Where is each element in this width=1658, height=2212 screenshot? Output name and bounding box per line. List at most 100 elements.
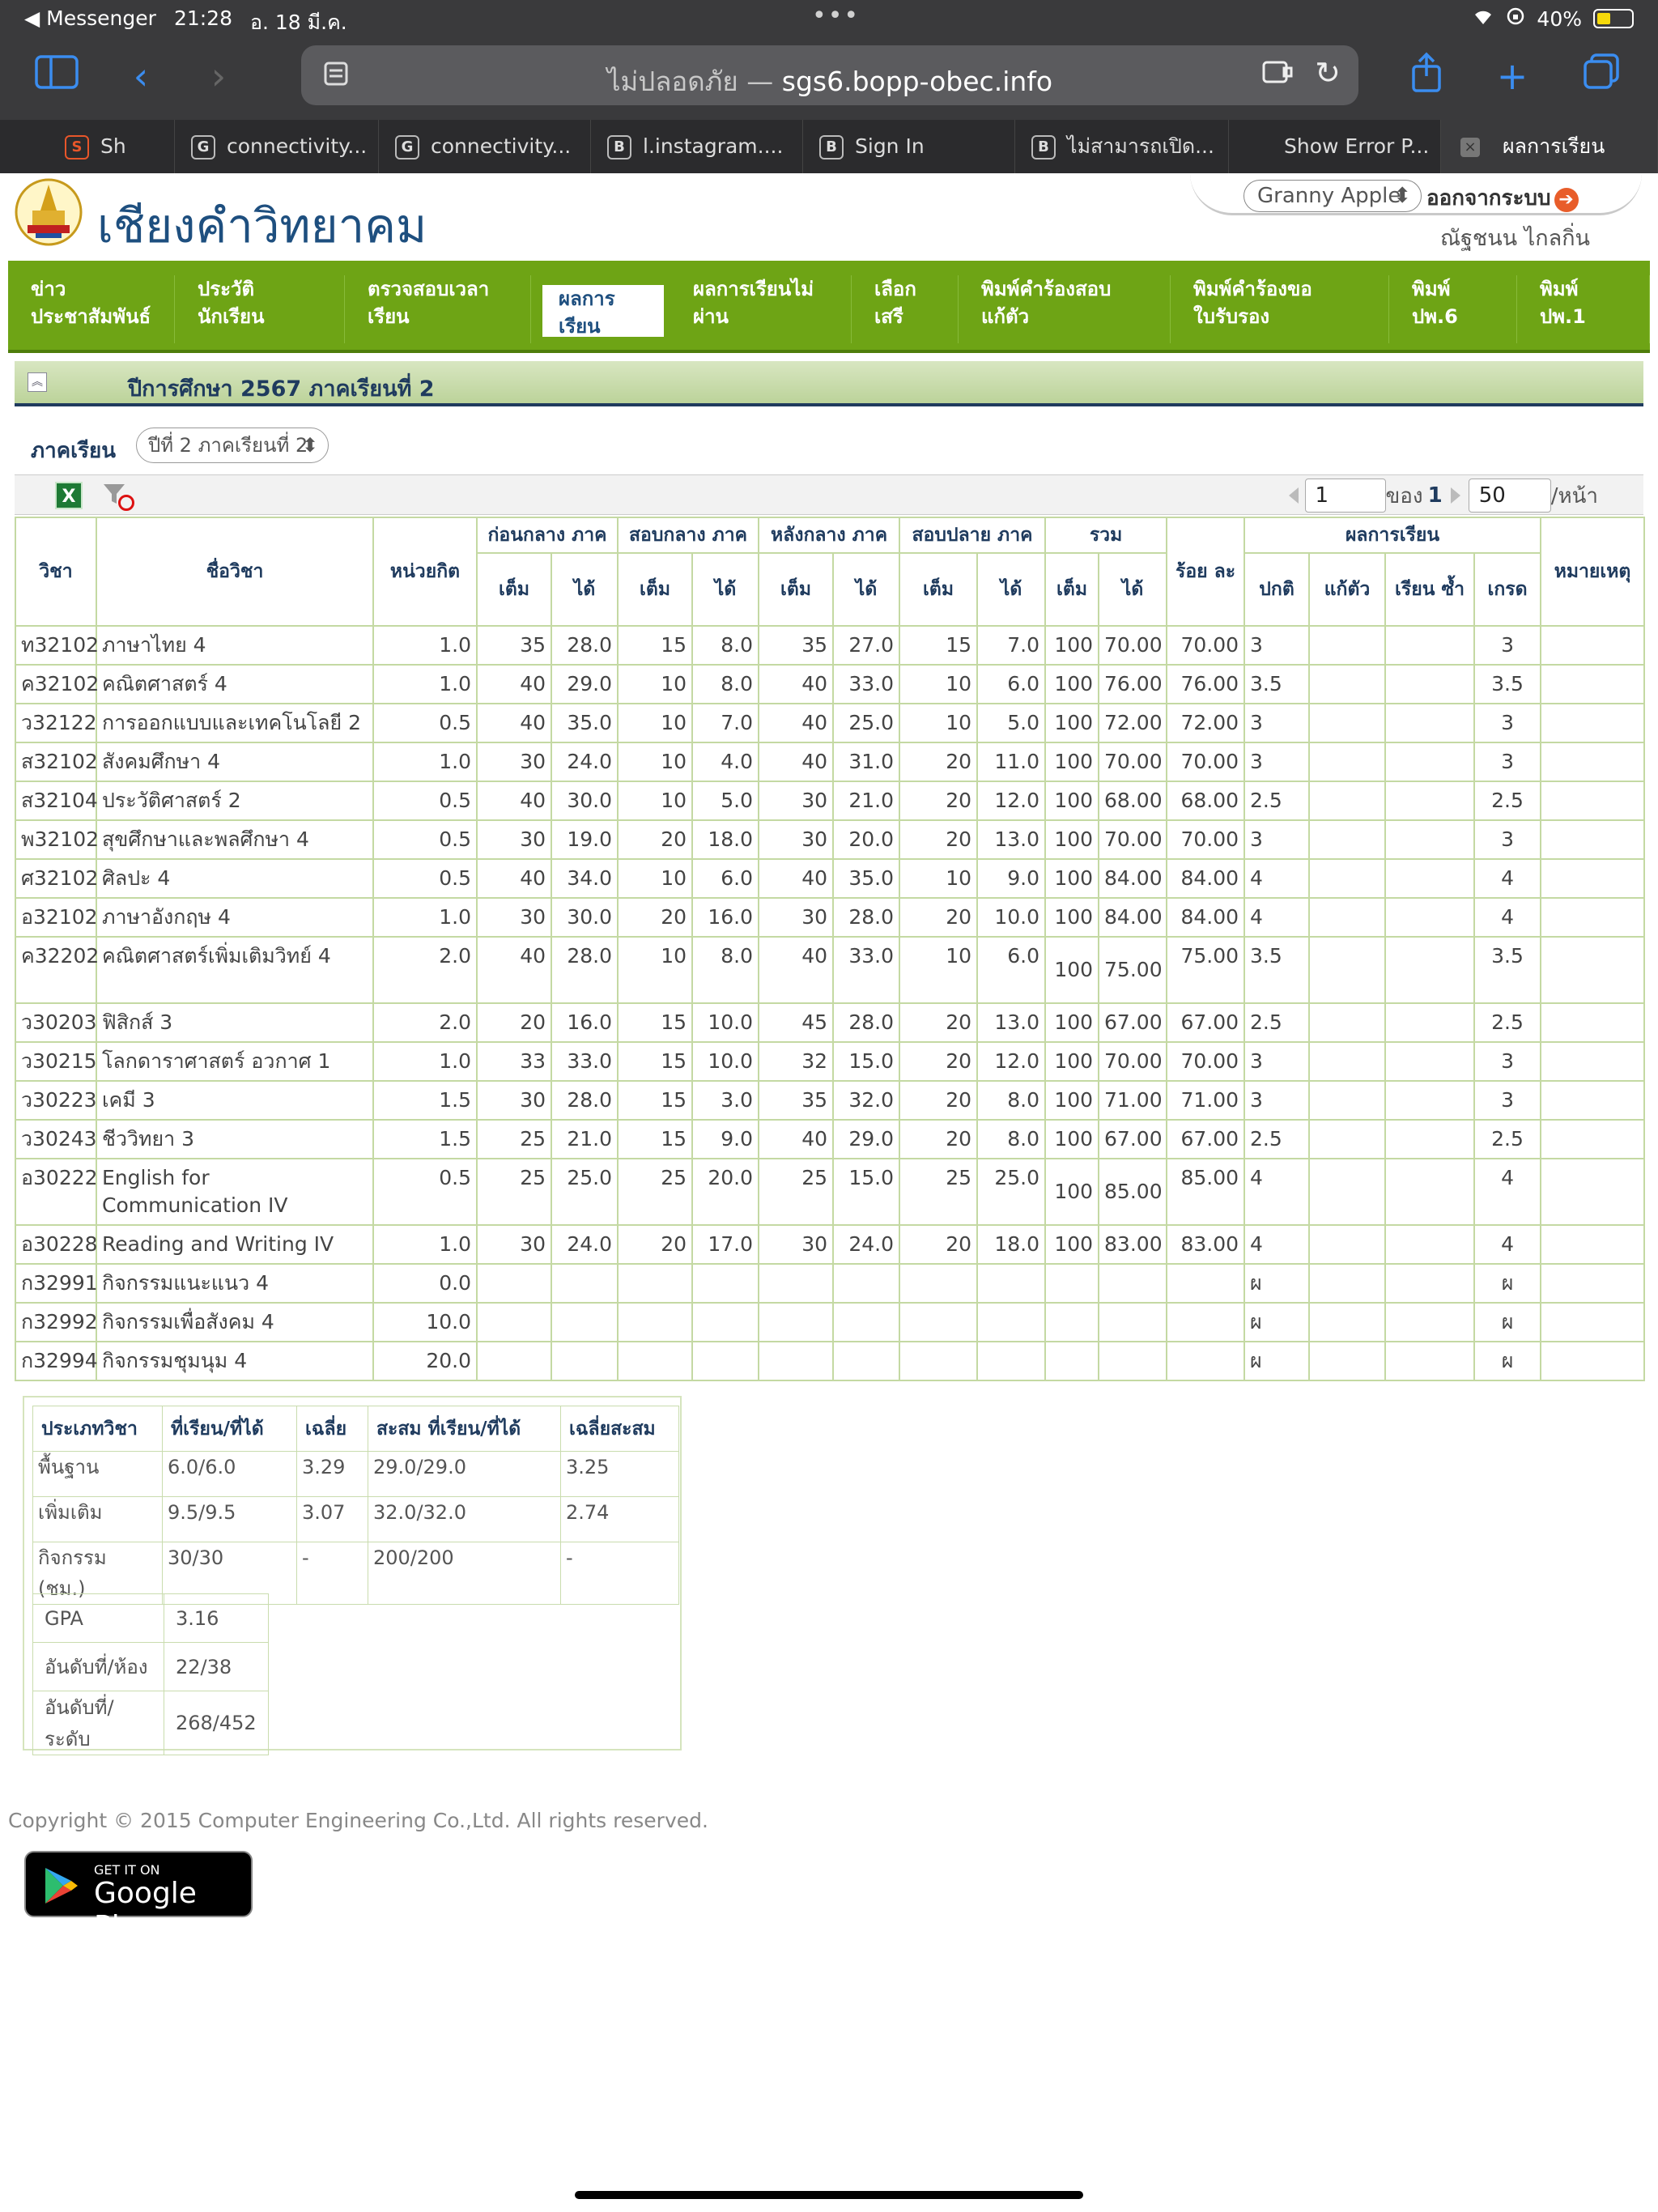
status-bar: ◀ Messenger 21:28 อ. 18 มี.ค. ••• 40% [0,0,1658,37]
table-cell: 28.0 [550,936,619,1004]
tab-label: Sh [100,134,126,158]
gplay-big-text: Google Play [94,1877,197,1943]
nav-print-pp6[interactable]: พิมพ์ ปพ.6 [1389,275,1517,343]
url-text[interactable]: ไม่ปลอดภัย — sgs6.bopp-obec.info [301,60,1358,103]
table-cell: ว30215 [15,1041,97,1082]
close-tab-icon[interactable]: × [1460,138,1480,157]
collapse-icon[interactable]: ︽ [28,372,47,392]
table-cell [550,1302,619,1342]
page-input[interactable] [1304,479,1386,513]
back-to-app-link[interactable]: ◀ Messenger [24,6,156,39]
sidebar-icon[interactable] [32,52,81,100]
tab-shopee[interactable]: S Sh [0,120,175,173]
clear-filter-icon[interactable] [102,482,134,511]
nav-failed-grades[interactable]: ผลการเรียนไม่ ผ่าน [670,275,852,343]
tabs-overview-icon[interactable] [1577,52,1626,100]
logout-link[interactable]: ออกจากระบบ ➔ [1426,181,1579,215]
table-cell: 20 [899,1002,979,1043]
nav-label-line2: ปพ.6 [1412,305,1458,328]
table-row: อ32102 ภาษาอังกฤษ 4 1.0 30 30.0 20 16.0 30 28.0 2… [15,897,1646,938]
rank-class-row: อันดับที่/ห้อง 22/38 [32,1642,269,1691]
tab-active[interactable]: × ผลการเรียน [1441,120,1658,173]
table-cell [1166,1263,1246,1304]
table-cell: 17.0 [691,1224,760,1265]
table-cell: 100 [1044,703,1100,743]
tab-2[interactable]: Gconnectivity... [379,120,591,173]
table-cell [1540,781,1646,821]
table-cell: 34.0 [550,858,619,899]
table-cell: 40 [476,936,552,1004]
table-cell [899,1263,979,1304]
prev-page-icon[interactable] [1288,487,1299,504]
table-cell: 30 [476,1080,552,1121]
extension-icon[interactable] [1261,58,1294,93]
table-cell: 20 [476,1002,552,1043]
table-cell: 25.0 [976,1158,1047,1226]
new-tab-icon[interactable]: + [1488,52,1537,100]
table-row: ก32991 กิจกรรมแนะแนว 4 0.0 ผ ผ [15,1263,1646,1304]
table-cell: 76.00 [1098,664,1168,704]
term-select[interactable]: ปีที่ 2 ภาคเรียนที่ 2 ⬍ [136,428,329,463]
nav-student-profile[interactable]: ประวัติ นักเรียน [175,275,345,343]
col-grade: เกรด [1473,552,1542,627]
table-cell: 21.0 [832,781,901,821]
battery-icon [1593,9,1634,28]
multitask-dots[interactable]: ••• [812,2,860,30]
table-cell [1384,897,1476,938]
table-cell: อ30222 [15,1158,98,1226]
nav-label-line2: ผ่าน [693,305,729,328]
forward-icon[interactable]: › [194,52,243,100]
table-cell [1540,1002,1646,1043]
table-cell: 3 [1473,742,1542,782]
table-cell: 10.0 [691,1041,760,1082]
table-cell [1384,1302,1476,1342]
per-page-input[interactable] [1468,479,1551,513]
table-cell: 30 [476,897,552,938]
table-cell: 35 [758,1080,835,1121]
nav-print-certificate[interactable]: พิมพ์คำร้องขอ ใบรับรอง [1171,275,1389,343]
table-cell: 32 [758,1041,835,1082]
table-cell: 8.0 [691,625,760,666]
reload-icon[interactable]: ↻ [1315,55,1341,91]
col-got: ได้ [550,552,619,627]
table-cell [1308,936,1387,1004]
year-title: ปีการศึกษา 2567 ภาคเรียนที่ 2 [128,376,435,402]
table-cell: 10.0 [691,1002,760,1043]
user-select[interactable]: Granny Apple ⬍ [1244,180,1422,212]
table-row: ส32102 สังคมศึกษา 4 1.0 30 24.0 10 4.0 40 31.0 20… [15,742,1646,782]
back-icon[interactable]: ‹ [117,52,165,100]
table-cell: 1.0 [372,1224,478,1265]
table-cell: 3 [1244,819,1311,860]
google-play-badge[interactable]: GET IT ON Google Play [24,1851,253,1943]
table-cell: 40 [758,664,835,704]
url-host: sgs6.bopp-obec.info [781,66,1053,97]
nav-grades[interactable]: ผลการ เรียน [542,285,664,338]
table-cell: Reading and Writing IV [96,1224,374,1265]
table-cell [1308,703,1387,743]
tab-5[interactable]: B ไม่สามารถเปิด... [1015,120,1229,173]
tab-6[interactable]: Show Error P... [1229,120,1441,173]
nav-attendance[interactable]: ตรวจสอบเวลา เรียน [345,275,531,343]
share-icon[interactable] [1402,52,1451,100]
nav-print-pp1[interactable]: พิมพ์ ปพ.1 [1517,275,1650,343]
table-cell: 2.0 [372,936,478,1004]
tab-4[interactable]: B Sign In [803,120,1015,173]
table-cell: 20 [617,897,694,938]
table-cell: 3 [1473,703,1542,743]
address-bar[interactable]: ไม่ปลอดภัย — sgs6.bopp-obec.info ↻ [301,45,1358,105]
table-cell [1098,1302,1168,1342]
pager-of-label: ของ [1385,483,1423,508]
table-cell: 24.0 [832,1224,901,1265]
nav-print-retest[interactable]: พิมพ์คำร้องสอบ แก้ตัว [959,275,1171,343]
tab-3[interactable]: Bl.instagram.... [591,120,803,173]
next-page-icon[interactable] [1450,487,1460,504]
table-cell: 8.0 [976,1080,1047,1121]
table-cell: กิจกรรมแนะแนว 4 [96,1263,374,1304]
nav-elective[interactable]: เลือก เสรี [852,275,959,343]
nav-news[interactable]: ข่าว ประชาสัมพันธ์ [8,275,175,343]
excel-export-icon[interactable]: X [55,482,83,509]
table-cell [1308,1341,1387,1381]
table-cell: 100 [1044,1041,1100,1082]
tab-1[interactable]: Gconnectivity... [175,120,379,173]
table-cell: 25.0 [550,1158,619,1226]
